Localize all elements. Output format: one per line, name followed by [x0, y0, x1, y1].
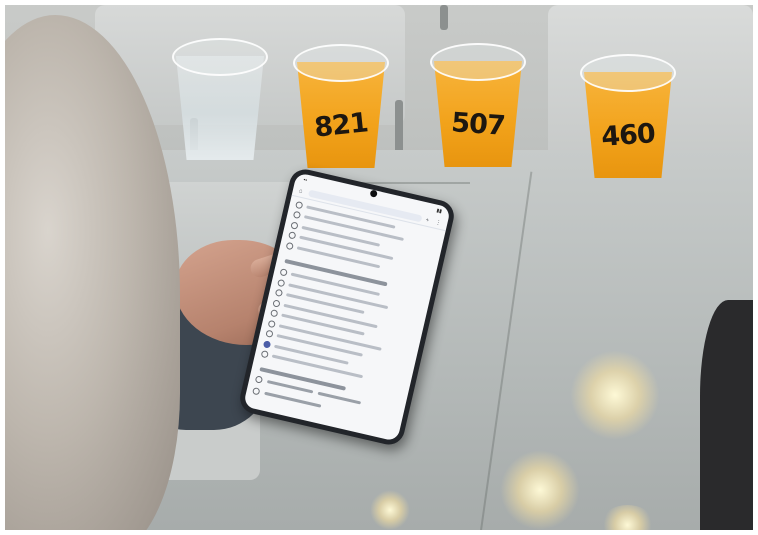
radio-button[interactable] [277, 278, 286, 288]
juice-cup: 507 [430, 43, 526, 169]
chair-leg [440, 5, 448, 30]
radio-button[interactable] [260, 350, 269, 359]
juice-cup: 821 [293, 44, 389, 170]
light-reflection [500, 450, 580, 530]
status-time-icon: ▪▪ [302, 177, 308, 184]
radio-button[interactable] [285, 241, 294, 251]
cup-rim [580, 54, 676, 92]
radio-button[interactable] [254, 375, 264, 384]
radio-button[interactable] [269, 309, 279, 318]
radio-button[interactable] [262, 340, 272, 349]
radio-button[interactable] [265, 329, 274, 339]
radio-button[interactable] [295, 200, 304, 210]
add-tab-icon[interactable]: + [425, 217, 432, 224]
cup-rim [430, 43, 526, 81]
radio-button[interactable] [279, 268, 288, 277]
cup-rim [293, 44, 389, 82]
radio-button[interactable] [272, 299, 281, 308]
radio-button[interactable] [267, 319, 276, 328]
home-icon[interactable]: ⌂ [298, 188, 305, 195]
status-battery-icon: ▮▮ [435, 207, 443, 215]
light-reflection [570, 350, 660, 440]
radio-button[interactable] [287, 231, 297, 240]
person-right-edge [700, 300, 758, 535]
cup-rim [172, 38, 268, 76]
light-reflection [370, 490, 410, 530]
photo-scene: 821 507 460 ▪▪ ▮▮ ⌂ + ⋮ [0, 0, 758, 535]
water-cup [172, 38, 268, 163]
radio-button[interactable] [252, 387, 261, 396]
juice-cup: 460 [580, 54, 676, 180]
radio-button[interactable] [292, 210, 302, 220]
cup-number-label: 507 [450, 107, 506, 142]
menu-icon[interactable]: ⋮ [435, 219, 442, 226]
radio-button[interactable] [274, 288, 284, 298]
radio-button[interactable] [290, 221, 299, 230]
